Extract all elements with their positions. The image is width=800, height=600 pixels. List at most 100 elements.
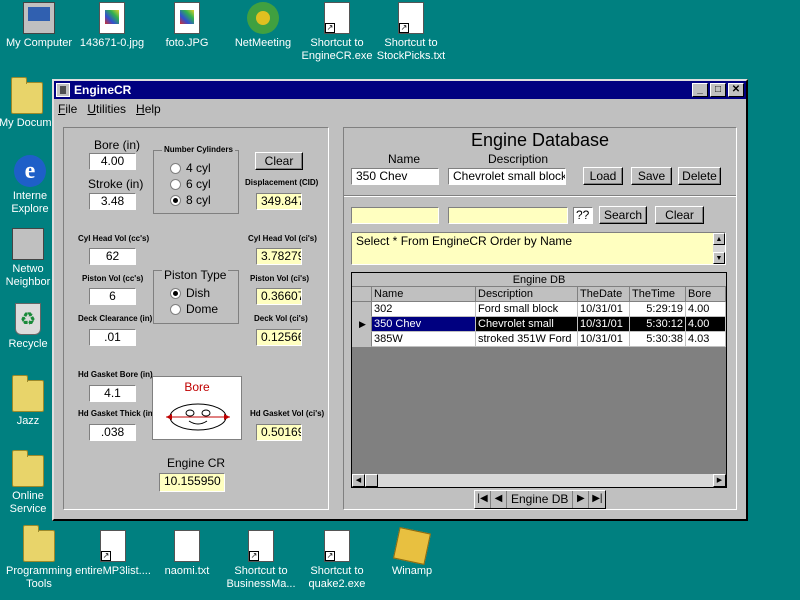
radio-dome <box>170 303 181 315</box>
deck-clearance-input[interactable]: .01 <box>89 329 136 346</box>
desktop-icon-programming-tools[interactable]: Programming Tools <box>0 525 78 591</box>
header-time[interactable]: TheTime <box>630 287 686 302</box>
minimize-button[interactable]: _ <box>692 83 708 97</box>
db-title: Engine Database <box>470 130 610 150</box>
cell-date[interactable]: 10/31/01 <box>578 317 630 332</box>
row-pointer-icon[interactable]: ▶ <box>352 317 372 332</box>
gasket-vol-output: 0.50169 <box>256 424 302 441</box>
delete-button[interactable]: Delete <box>678 167 721 185</box>
shortcut-arrow-icon: ↗ <box>399 23 409 33</box>
desktop-icon-my-computer[interactable]: My Computer <box>0 2 78 50</box>
desktop-icon-jpg-1[interactable]: 143671-0.jpg <box>73 2 151 50</box>
scroll-down-icon[interactable]: ▼ <box>713 252 725 264</box>
header-indicator <box>352 287 372 302</box>
search-name-input[interactable] <box>351 207 439 224</box>
menu-utilities[interactable]: Utilities <box>87 102 126 116</box>
clear-calc-button[interactable]: Clear <box>255 152 303 170</box>
cell-name[interactable]: 385W <box>372 332 476 347</box>
menu-help[interactable]: Help <box>136 102 161 116</box>
desktop-icon-enginecr-shortcut[interactable]: ↗ Shortcut to EngineCR.exe <box>298 2 376 63</box>
row-indicator[interactable] <box>352 302 372 317</box>
bore-input[interactable]: 4.00 <box>89 153 136 170</box>
search-desc-input[interactable] <box>448 207 568 224</box>
last-record-icon[interactable]: ▶| <box>589 491 605 508</box>
cylinders-group-title: Number Cylinders <box>162 145 235 154</box>
desktop-icon-recycle-bin[interactable]: ♻ Recycle <box>2 303 54 351</box>
cell-time[interactable]: 5:30:12 <box>630 317 686 332</box>
header-description[interactable]: Description <box>476 287 578 302</box>
cell-date[interactable]: 10/31/01 <box>578 332 630 347</box>
desktop-icon-mp3list[interactable]: ↗ entireMP3list.... <box>74 530 152 578</box>
name-input[interactable]: 350 Chev <box>351 168 439 185</box>
engine-cr-output: 10.155950 <box>159 473 225 492</box>
title-bar[interactable]: EngineCR _ □ ✕ <box>54 81 746 99</box>
description-input[interactable]: Chevrolet small block <box>448 168 566 185</box>
scroll-right-icon[interactable]: ▶ <box>713 474 726 487</box>
desktop-icon-my-documents[interactable]: My Docum <box>0 77 57 130</box>
cell-date[interactable]: 10/31/01 <box>578 302 630 317</box>
scroll-up-icon[interactable]: ▲ <box>713 233 725 245</box>
radio-dish <box>170 287 181 299</box>
cyl-4-radio[interactable]: 4 cyl <box>170 161 211 175</box>
scroll-left-icon[interactable]: ◀ <box>352 474 365 487</box>
save-button[interactable]: Save <box>631 167 672 185</box>
gasket-thick-input[interactable]: .038 <box>89 424 136 441</box>
next-record-icon[interactable]: ▶ <box>573 491 590 508</box>
desktop-icon-winamp[interactable]: Winamp <box>373 527 451 578</box>
wildcard-input[interactable]: ?? <box>573 207 593 224</box>
desktop-icon-online-services[interactable]: Online Service <box>2 450 54 516</box>
grid-header: Name Description TheDate TheTime Bore <box>352 287 726 302</box>
sql-query-input[interactable]: Select * From EngineCR Order by Name <box>351 232 726 265</box>
sql-scrollbar[interactable]: ▲ ▼ <box>713 233 725 264</box>
navigator-label[interactable]: Engine DB <box>507 491 574 508</box>
load-button[interactable]: Load <box>583 167 623 185</box>
search-button[interactable]: Search <box>599 206 647 224</box>
cyl-8-radio[interactable]: 8 cyl <box>170 193 211 207</box>
desktop-icon-stockpicks-shortcut[interactable]: ↗ Shortcut to StockPicks.txt <box>372 2 450 63</box>
scroll-thumb[interactable] <box>365 474 378 487</box>
cell-description[interactable]: stroked 351W Ford <box>476 332 578 347</box>
cell-description[interactable]: Ford small block <box>476 302 578 317</box>
grid-horizontal-scrollbar[interactable]: ◀ ▶ <box>352 474 726 487</box>
displacement-output: 349.847 <box>256 193 302 210</box>
cyl-6-radio[interactable]: 6 cyl <box>170 177 211 191</box>
cell-bore[interactable]: 4.00 <box>686 302 726 317</box>
piston-dish-radio[interactable]: Dish <box>170 286 210 300</box>
cell-bore[interactable]: 4.00 <box>686 317 726 332</box>
table-row[interactable]: 385W stroked 351W Ford 10/31/01 5:30:38 … <box>352 332 726 347</box>
cell-time[interactable]: 5:30:38 <box>630 332 686 347</box>
close-button[interactable]: ✕ <box>728 83 744 97</box>
header-name[interactable]: Name <box>372 287 476 302</box>
desktop-icon-internet-explorer[interactable]: e Interne Explore <box>4 155 56 216</box>
maximize-button[interactable]: □ <box>710 83 726 97</box>
header-date[interactable]: TheDate <box>578 287 630 302</box>
image-file-icon <box>174 2 200 34</box>
prev-record-icon[interactable]: ◀ <box>491 491 507 508</box>
cell-bore[interactable]: 4.03 <box>686 332 726 347</box>
piston-dome-radio[interactable]: Dome <box>170 302 218 316</box>
desktop-icon-jazz[interactable]: Jazz <box>2 375 54 428</box>
desktop-icon-netmeeting[interactable]: NetMeeting <box>224 2 302 50</box>
desktop-icon-businessma-shortcut[interactable]: ↗ Shortcut to BusinessMa... <box>222 530 300 591</box>
desktop-icon-foto[interactable]: foto.JPG <box>148 2 226 50</box>
header-bore[interactable]: Bore <box>686 287 726 302</box>
row-indicator[interactable] <box>352 332 372 347</box>
desktop-icon-quake2-shortcut[interactable]: ↗ Shortcut to quake2.exe <box>298 530 376 591</box>
piston-type-group: Piston Type Dish Dome <box>153 268 239 324</box>
app-icon[interactable] <box>56 83 70 97</box>
cell-name[interactable]: 350 Chev <box>372 317 476 332</box>
desktop-icon-naomi[interactable]: naomi.txt <box>148 530 226 578</box>
stroke-input[interactable]: 3.48 <box>89 193 136 210</box>
gasket-bore-input[interactable]: 4.1 <box>89 385 136 402</box>
cell-description[interactable]: Chevrolet small <box>476 317 578 332</box>
table-row-selected[interactable]: ▶ 350 Chev Chevrolet small 10/31/01 5:30… <box>352 317 726 332</box>
cyl-head-cc-input[interactable]: 62 <box>89 248 136 265</box>
first-record-icon[interactable]: |◀ <box>475 491 491 508</box>
cell-name[interactable]: 302 <box>372 302 476 317</box>
menu-file[interactable]: File <box>58 102 77 116</box>
clear-search-button[interactable]: Clear <box>655 206 704 224</box>
desktop-icon-network[interactable]: Netwo Neighbor <box>2 228 54 289</box>
piston-cc-input[interactable]: 6 <box>89 288 136 305</box>
table-row[interactable]: 302 Ford small block 10/31/01 5:29:19 4.… <box>352 302 726 317</box>
cell-time[interactable]: 5:29:19 <box>630 302 686 317</box>
